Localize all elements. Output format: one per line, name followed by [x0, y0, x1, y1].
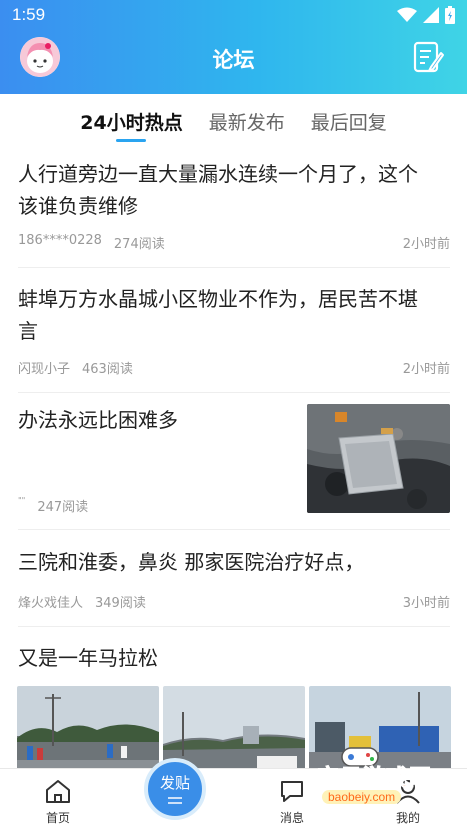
top-bar: 论坛: [0, 30, 467, 94]
post-thumbnail: [307, 404, 450, 513]
post-meta: 烽火戏佳人 349阅读: [18, 592, 146, 611]
post-meta: 闪现小子 463阅读: [18, 358, 133, 377]
post-author: "": [18, 496, 26, 505]
tab-last-reply[interactable]: 最后回复: [311, 94, 387, 144]
list-item[interactable]: 三院和淮委，鼻炎 那家医院治疗好点， 烽火戏佳人 349阅读 3小时前: [18, 546, 450, 627]
tab-latest[interactable]: 最新发布: [209, 94, 285, 144]
header: 1:59 论坛: [0, 0, 467, 94]
new-post-button[interactable]: 发贴: [144, 758, 206, 820]
forum-app: 1:59 论坛 24小时热点 最新发布 最后回复 人行道旁边一直大量漏水连续一个…: [0, 0, 467, 830]
menu-icon: [168, 797, 182, 804]
nav-mine-label: 我的: [395, 811, 420, 825]
status-bar: 1:59: [0, 0, 467, 30]
status-icons: [397, 6, 455, 24]
post-reads: 349阅读: [95, 596, 146, 611]
tab-label: 最后回复: [310, 112, 387, 134]
nav-home-label: 首页: [45, 811, 70, 825]
post-title-line: 又是一年马拉松: [18, 646, 158, 670]
signal-icon: [423, 7, 439, 23]
post-reads: 247阅读: [37, 500, 89, 515]
tab-bar: 24小时热点 最新发布 最后回复: [0, 94, 467, 144]
post-title-line: 该谁负责维修: [18, 194, 138, 218]
page-title: 论坛: [212, 48, 255, 72]
post-title: 蚌埠万方水晶城小区物业不作为，居民苦不堪 言: [18, 283, 450, 347]
compose-icon[interactable]: [413, 41, 445, 75]
new-post-label: 发贴: [159, 774, 190, 792]
tab-label: 24小时热点: [80, 112, 183, 134]
post-reads: 463阅读: [82, 362, 133, 377]
home-icon: [46, 780, 70, 803]
post-author: 烽火戏佳人: [18, 596, 84, 611]
nav-messages-label: 消息: [279, 811, 304, 825]
post-title-line: 人行道旁边一直大量漏水连续一个月了，这个: [18, 162, 418, 186]
post-time: 2小时前: [402, 237, 450, 252]
list-item[interactable]: 蚌埠万方水晶城小区物业不作为，居民苦不堪 言 闪现小子 463阅读 2小时前: [18, 283, 450, 393]
post-title-line: 蚌埠万方水晶城小区物业不作为，居民苦不堪: [18, 287, 418, 311]
watermark-text: 宝贝游戏网: [316, 766, 433, 792]
post-meta: "" 247阅读: [18, 496, 88, 515]
post-author: 186****0228: [18, 233, 102, 248]
post-title-line: 三院和淮委，鼻炎 那家医院治疗好点，: [18, 550, 365, 574]
tab-24h-hot[interactable]: 24小时热点: [80, 94, 183, 144]
post-title: 三院和淮委，鼻炎 那家医院治疗好点，: [18, 546, 450, 578]
post-meta: 186****0228 274阅读: [18, 233, 165, 252]
post-author: 闪现小子: [18, 362, 71, 377]
wifi-icon: [397, 7, 417, 22]
post-title: 又是一年马拉松: [18, 642, 450, 674]
tab-label: 最新发布: [208, 112, 285, 134]
post-reads: 274阅读: [113, 237, 165, 252]
post-time: 2小时前: [402, 362, 450, 377]
watermark-url: baobeiy.com: [322, 790, 402, 804]
post-time: 3小时前: [402, 596, 450, 611]
list-item[interactable]: 人行道旁边一直大量漏水连续一个月了，这个 该谁负责维修 186****0228 …: [18, 158, 450, 268]
watermark-logo: 宝贝游戏网 baobeiy.com: [300, 744, 440, 808]
status-time: 1:59: [12, 5, 46, 24]
active-tab-indicator: [116, 139, 147, 142]
battery-icon: [445, 6, 455, 24]
post-image: [17, 686, 159, 772]
post-title: 人行道旁边一直大量漏水连续一个月了，这个 该谁负责维修: [18, 158, 450, 222]
list-item[interactable]: 办法永远比困难多 "" 247阅读: [18, 404, 450, 530]
post-title-line: 言: [18, 319, 38, 343]
